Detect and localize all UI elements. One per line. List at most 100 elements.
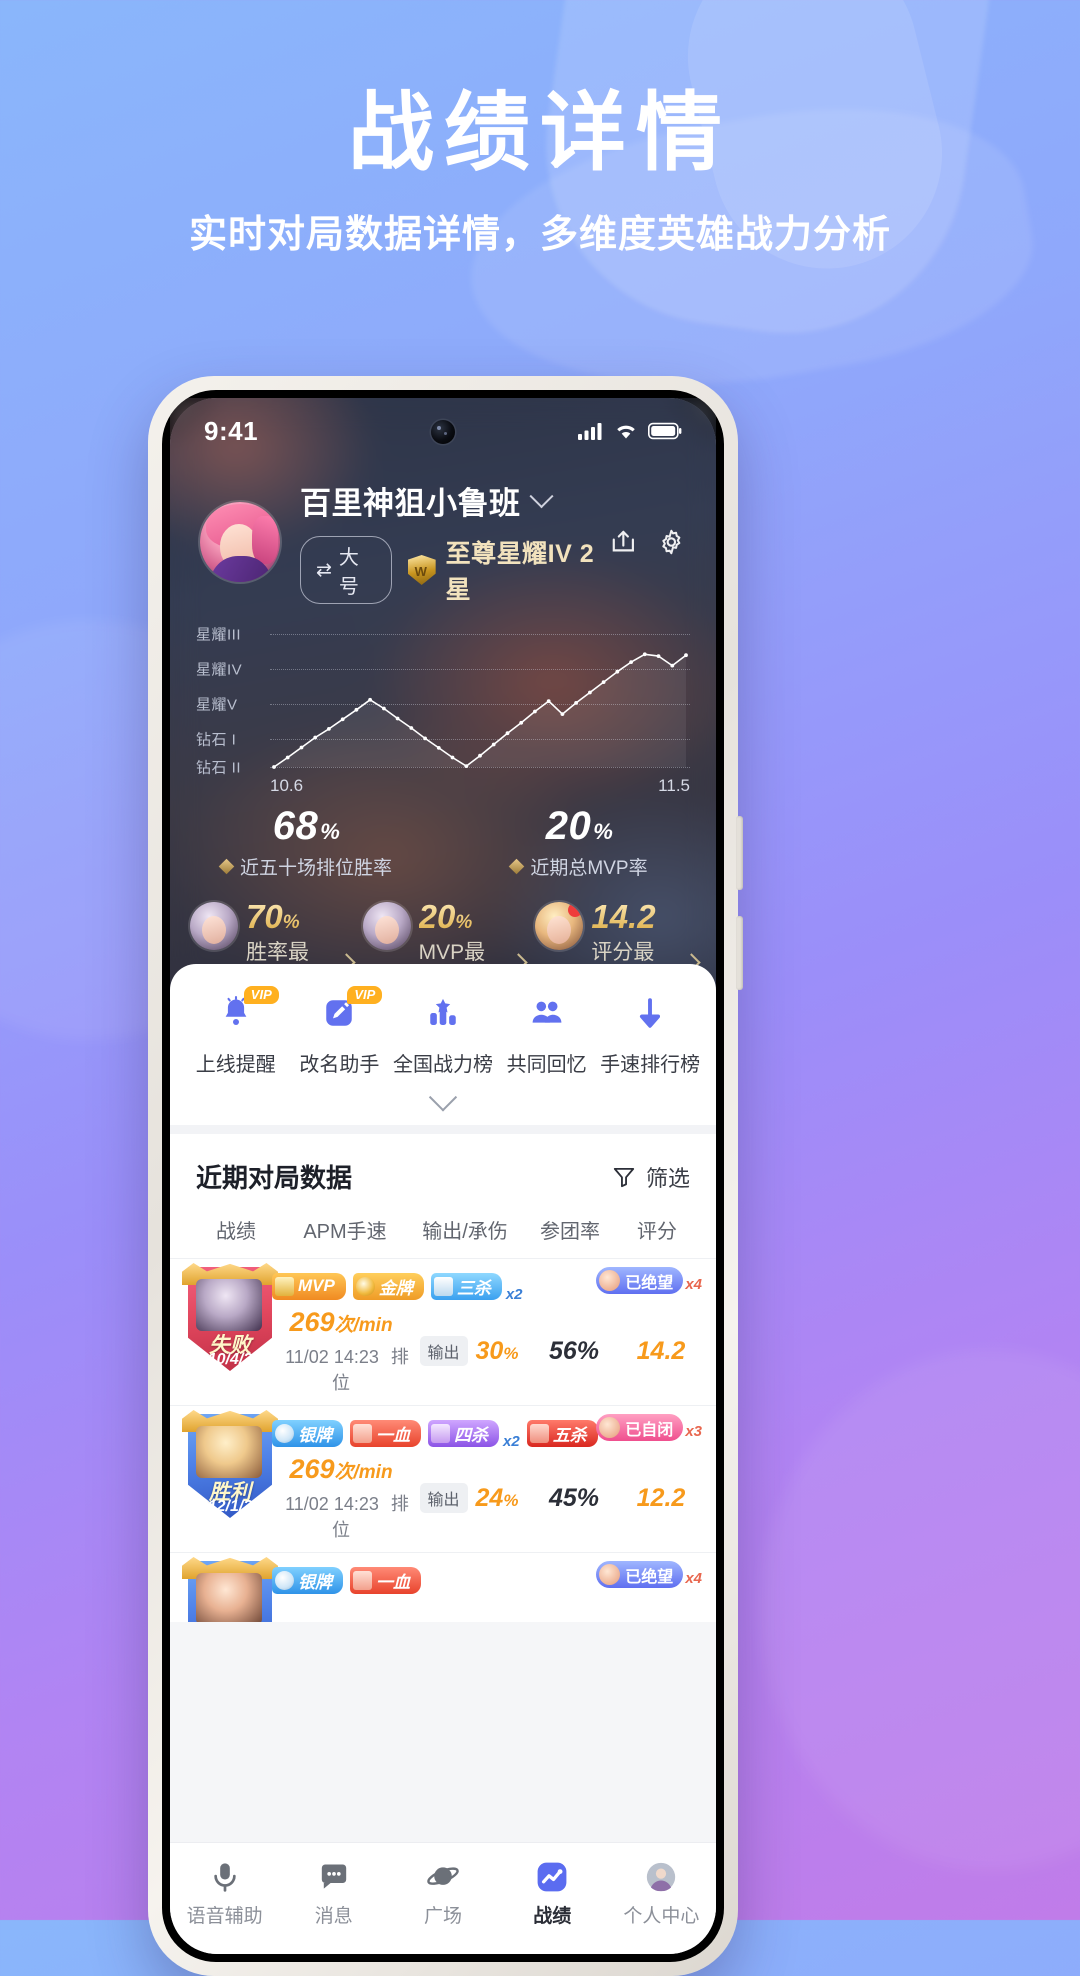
- chart-ytick-3: 钻石 I: [196, 731, 237, 749]
- avatar[interactable]: [200, 502, 280, 582]
- quick-action-0[interactable]: VIP 上线提醒: [184, 986, 288, 1077]
- match-result-shield: 胜利 12/1/3: [182, 1410, 278, 1518]
- summary-stat-0-caption: 近五十场排位胜率: [239, 858, 392, 879]
- match-hero-portrait: [196, 1279, 262, 1331]
- tab-messages[interactable]: 消息: [279, 1855, 388, 1928]
- bell-icon: VIP: [184, 986, 288, 1036]
- badge-triple-kill-multiplier: x2: [505, 1286, 523, 1303]
- hero-highlight-1-number: 20: [418, 898, 456, 935]
- account-switch-tag[interactable]: ⇄ 大号: [300, 536, 392, 604]
- match-damage-chip: 输出: [419, 1336, 468, 1366]
- match-apm-value: 269次/min: [272, 1454, 410, 1485]
- funnel-icon: [613, 1167, 635, 1187]
- tab-square[interactable]: 广场: [388, 1855, 497, 1928]
- vip-badge: VIP: [243, 986, 279, 1004]
- match-damage-number: 24: [475, 1483, 504, 1512]
- promo-subtitle: 实时对局数据详情，多维度英雄战力分析: [188, 213, 891, 256]
- match-team-rate: 45%: [548, 1483, 600, 1512]
- quick-action-0-label: 上线提醒: [195, 1054, 276, 1076]
- match-apm-number: 269: [289, 1454, 335, 1484]
- phone-screen: 9:41 百里神狙小鲁班 ⇄ 大号 W 至尊星耀IV 2星 星耀III 星耀IV…: [162, 390, 724, 1962]
- match-kda: 10/4/3: [207, 1351, 253, 1368]
- summary-stat-1-number: 20: [545, 804, 592, 848]
- summary-stat-1-caption-row: 近期总MVP率: [509, 853, 648, 880]
- profile-meta: 百里神狙小鲁班 ⇄ 大号 W 至尊星耀IV 2星: [300, 478, 609, 606]
- badge-gold-medal-label: 金牌: [378, 1278, 413, 1298]
- arrow-down-icon: [598, 990, 702, 1036]
- quick-actions: VIP 上线提醒 VIP 改名助手 全国战力榜 共同回忆 手速排行榜: [170, 964, 716, 1077]
- status-time: 9:41: [204, 415, 259, 446]
- match-mood: 已绝望 x4: [596, 1561, 702, 1588]
- quick-action-4[interactable]: 手速排行榜: [598, 990, 702, 1077]
- badge-triple-kill: 三杀: [430, 1272, 502, 1300]
- quick-action-1[interactable]: VIP 改名助手: [288, 986, 392, 1077]
- hero-highlight-2-number: 14.2: [591, 898, 656, 935]
- match-mood-chip: 已绝望: [596, 1561, 684, 1588]
- chevron-down-icon: [428, 1083, 458, 1112]
- profile-row: 百里神狙小鲁班 ⇄ 大号 W 至尊星耀IV 2星: [170, 464, 716, 606]
- match-mood-label: 已绝望: [625, 1568, 674, 1586]
- section-divider: [170, 1125, 716, 1134]
- summary-stat-1[interactable]: 20% 近期总MVP率: [443, 804, 716, 880]
- match-result-shield: [182, 1557, 278, 1622]
- bottom-tab-bar: 语音辅助 消息 广场 战绩 个人中心: [170, 1842, 716, 1954]
- tab-voice-assist-label: 语音辅助: [186, 1906, 263, 1927]
- edit-pen-icon: VIP: [288, 986, 392, 1036]
- match-damage-unit: %: [503, 1343, 519, 1363]
- match-hero-portrait: [196, 1573, 262, 1622]
- quick-action-2-label: 全国战力榜: [392, 1054, 493, 1076]
- hero-highlight-2-value: 14.2: [591, 898, 655, 936]
- diamond-icon: [218, 858, 235, 875]
- background-shape-5: [760, 1350, 1080, 1870]
- share-icon[interactable]: [609, 527, 638, 557]
- blood-icon: [353, 1570, 372, 1590]
- badge-first-blood: 一血: [350, 1419, 421, 1447]
- gear-icon[interactable]: [657, 527, 686, 557]
- vip-badge: VIP: [347, 986, 383, 1004]
- tab-records[interactable]: 战绩: [498, 1855, 607, 1928]
- quick-action-3[interactable]: 共同回忆: [495, 990, 599, 1077]
- badge-silver-medal-label: 银牌: [298, 1425, 332, 1445]
- chart-ytick-2: 星耀V: [196, 696, 238, 714]
- badge-triple-kill-label: 三杀: [456, 1278, 491, 1298]
- badge-silver-medal-label: 银牌: [298, 1572, 332, 1592]
- face-icon: [599, 1417, 621, 1438]
- match-hero-portrait: [196, 1426, 262, 1478]
- filter-button[interactable]: 筛选: [611, 1161, 690, 1193]
- matches-section-header: 近期对局数据 筛选: [170, 1134, 716, 1209]
- match-mood-multiplier: x4: [685, 1276, 702, 1293]
- summary-stat-0-caption-row: 近五十场排位胜率: [218, 853, 392, 880]
- table-row[interactable]: 胜利 12/1/3 银牌 一血 四杀 x2 五杀 269次/min 11/02 …: [170, 1405, 716, 1552]
- table-row[interactable]: 银牌 一血 已绝望 x4: [170, 1552, 716, 1622]
- match-damage: 输出 24%: [410, 1483, 528, 1513]
- blood-icon: [353, 1423, 372, 1443]
- column-header-2: 输出/承伤: [422, 1221, 508, 1243]
- expand-quick-actions-button[interactable]: [170, 1077, 716, 1125]
- volume-down-button[interactable]: [736, 916, 743, 990]
- badge-gold-medal: 金牌: [352, 1272, 424, 1300]
- match-apm: 269次/min 11/02 14:23 排位: [272, 1454, 410, 1542]
- quick-action-2[interactable]: 全国战力榜: [391, 990, 495, 1077]
- face-icon: [599, 1270, 621, 1291]
- match-damage: 输出 30%: [410, 1336, 528, 1366]
- volume-up-button[interactable]: [736, 816, 743, 890]
- match-score: 12.2: [636, 1483, 686, 1512]
- summary-stat-1-unit: %: [593, 819, 614, 844]
- profile-hero-panel: 9:41 百里神狙小鲁班 ⇄ 大号 W 至尊星耀IV 2星 星耀III 星耀IV…: [170, 398, 716, 990]
- match-apm-number: 269: [289, 1307, 335, 1337]
- hero-avatar: [535, 902, 584, 950]
- profile-name-row[interactable]: 百里神狙小鲁班: [300, 478, 609, 523]
- chevron-down-icon[interactable]: [528, 484, 554, 509]
- summary-stat-0[interactable]: 68% 近五十场排位胜率: [170, 804, 443, 880]
- chart-xticks: 10.6 11.5: [270, 776, 690, 796]
- quick-action-4-label: 手速排行榜: [600, 1054, 701, 1076]
- match-apm-unit: 次/min: [334, 1462, 393, 1483]
- match-time: 11/02 14:23: [285, 1494, 379, 1514]
- match-mood-multiplier: x4: [685, 1570, 702, 1587]
- tab-voice-assist[interactable]: 语音辅助: [170, 1855, 279, 1928]
- match-mood-multiplier: x3: [685, 1423, 702, 1440]
- table-row[interactable]: 失败 10/4/3 MVP 金牌 三杀 x2 269次/min 11/02 14…: [170, 1258, 716, 1405]
- kill-icon: [433, 1276, 453, 1296]
- match-time-row: 11/02 14:23 排位: [272, 1343, 410, 1395]
- tab-profile[interactable]: 个人中心: [607, 1855, 716, 1928]
